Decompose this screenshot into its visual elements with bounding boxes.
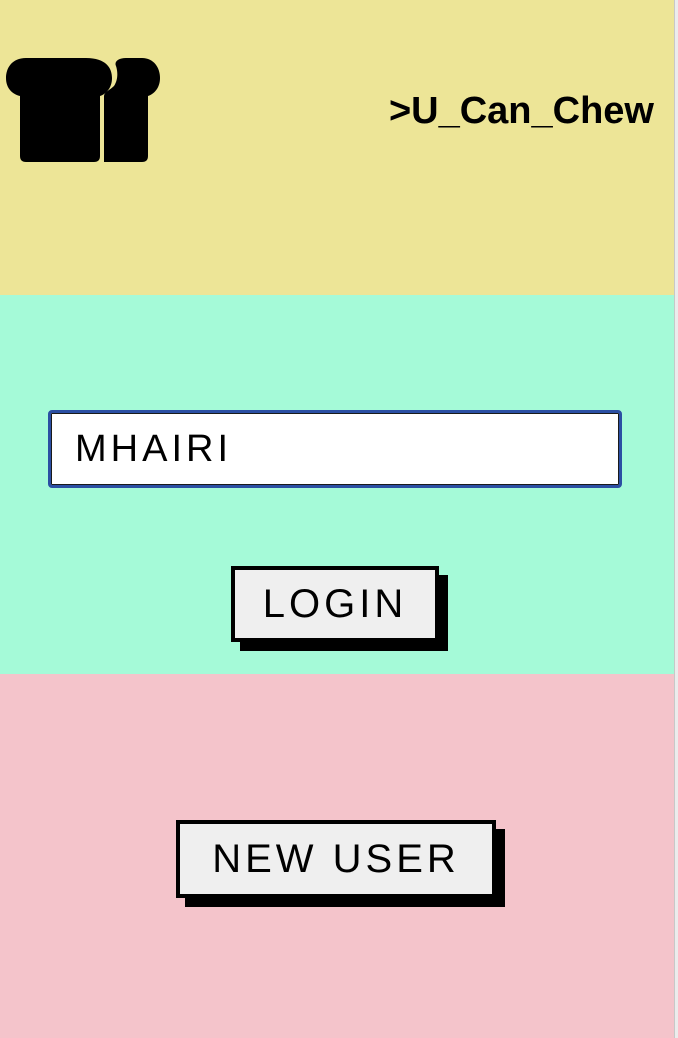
app-title: >U_Can_Chew — [388, 90, 654, 132]
header: >U_Can_Chew — [0, 0, 674, 295]
login-button[interactable]: LOGIN — [231, 566, 439, 642]
window-edge — [674, 0, 678, 1038]
login-section: LOGIN — [0, 295, 674, 674]
bread-slices-icon — [6, 58, 160, 162]
new-user-button[interactable]: NEW USER — [176, 820, 496, 898]
signup-section: NEW USER — [0, 674, 674, 1038]
username-input[interactable] — [48, 410, 622, 488]
